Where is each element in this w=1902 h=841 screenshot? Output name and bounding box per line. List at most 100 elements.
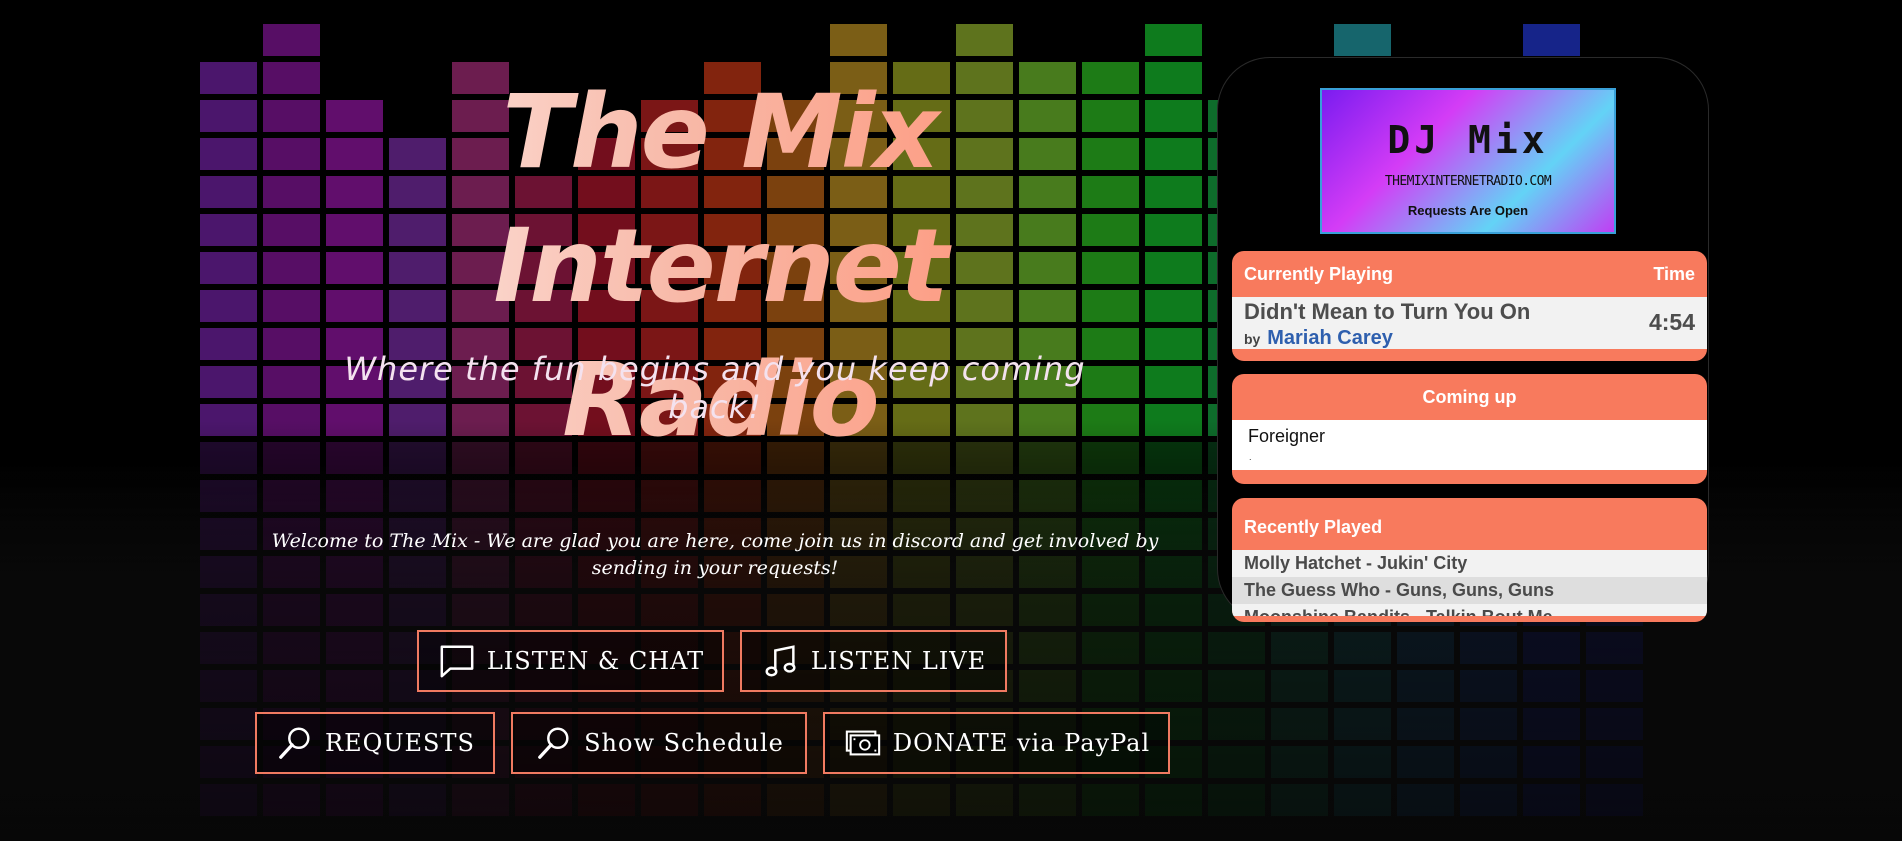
equalizer-cell xyxy=(263,62,320,94)
equalizer-cell xyxy=(200,404,257,436)
equalizer-cell xyxy=(1082,594,1139,626)
listen-chat-label: LISTEN & CHAT xyxy=(486,647,705,675)
equalizer-cell xyxy=(263,784,320,816)
equalizer-cell xyxy=(326,632,383,664)
equalizer-cell xyxy=(578,594,635,626)
recently-played-item: The Guess Who - Guns, Guns, Guns xyxy=(1232,577,1707,604)
equalizer-cell xyxy=(200,176,257,208)
equalizer-cell xyxy=(1523,670,1580,702)
equalizer-cell xyxy=(1334,746,1391,778)
equalizer-cell xyxy=(452,594,509,626)
equalizer-cell xyxy=(1019,632,1076,664)
equalizer-cell xyxy=(1145,594,1202,626)
equalizer-cell xyxy=(326,480,383,512)
dj-card-status: Requests Are Open xyxy=(1407,203,1529,218)
site-title-line-2: Internet Radio xyxy=(493,207,947,460)
coming-up-panel: Coming up Foreigner . xyxy=(1232,374,1707,484)
dj-card-site: THEMIXINTERNETRADIO.COM xyxy=(1384,174,1552,189)
equalizer-cell xyxy=(200,214,257,246)
dj-card[interactable]: DJ Mix THEMIXINTERNETRADIO.COM Requests … xyxy=(1320,88,1616,234)
show-schedule-button[interactable]: Show Schedule xyxy=(511,712,807,774)
speech-bubble-icon xyxy=(437,641,477,681)
donate-paypal-button[interactable]: DONATE via PayPal xyxy=(823,712,1170,774)
equalizer-cell xyxy=(641,480,698,512)
music-note-icon xyxy=(761,641,801,681)
tagline: Where the fun begins and you keep coming… xyxy=(344,350,1086,426)
equalizer-cell xyxy=(641,594,698,626)
currently-playing-body: Didn't Mean to Turn You On by Mariah Car… xyxy=(1232,297,1707,349)
recently-played-list[interactable]: Molly Hatchet - Jukin' City The Guess Wh… xyxy=(1232,550,1707,616)
money-icon xyxy=(843,723,883,763)
equalizer-cell xyxy=(704,784,761,816)
equalizer-cell xyxy=(1523,784,1580,816)
equalizer-cell xyxy=(1145,24,1202,56)
equalizer-cell xyxy=(1271,632,1328,664)
equalizer-cell xyxy=(263,480,320,512)
equalizer-cell xyxy=(200,670,257,702)
currently-playing-header: Currently Playing Time xyxy=(1232,251,1707,297)
equalizer-cell xyxy=(326,670,383,702)
dj-card-title: DJ Mix xyxy=(1387,118,1549,162)
requests-label: REQUESTS xyxy=(325,729,475,757)
coming-up-item: Foreigner xyxy=(1248,426,1326,446)
artist-link[interactable]: Mariah Carey xyxy=(1267,327,1393,349)
listen-live-button[interactable]: LISTEN LIVE xyxy=(740,630,1007,692)
equalizer-cell xyxy=(1145,252,1202,284)
equalizer-cell xyxy=(1271,746,1328,778)
equalizer-cell xyxy=(515,594,572,626)
equalizer-cell xyxy=(1334,708,1391,740)
equalizer-cell xyxy=(1019,594,1076,626)
equalizer-cell xyxy=(1082,670,1139,702)
equalizer-cell xyxy=(1586,746,1643,778)
equalizer-cell xyxy=(956,594,1013,626)
equalizer-cell xyxy=(200,328,257,360)
by-label: by xyxy=(1244,331,1261,347)
requests-button[interactable]: REQUESTS xyxy=(255,712,495,774)
time-heading: Time xyxy=(1653,263,1695,284)
equalizer-cell xyxy=(200,62,257,94)
listen-chat-button[interactable]: LISTEN & CHAT xyxy=(417,630,724,692)
equalizer-cell xyxy=(1523,24,1580,56)
equalizer-cell xyxy=(1586,784,1643,816)
equalizer-cell xyxy=(893,784,950,816)
equalizer-cell xyxy=(452,480,509,512)
equalizer-cell xyxy=(830,480,887,512)
equalizer-cell xyxy=(1145,784,1202,816)
equalizer-cell xyxy=(956,784,1013,816)
equalizer-cell xyxy=(830,784,887,816)
equalizer-cell xyxy=(263,632,320,664)
site-title-line-1: The Mix xyxy=(502,73,938,192)
equalizer-cell xyxy=(1460,632,1517,664)
equalizer-cell xyxy=(641,784,698,816)
equalizer-cell xyxy=(1145,480,1202,512)
equalizer-cell xyxy=(1334,784,1391,816)
recently-played-panel: Recently Played Molly Hatchet - Jukin' C… xyxy=(1232,498,1707,622)
equalizer-cell xyxy=(1334,632,1391,664)
equalizer-cell xyxy=(956,480,1013,512)
equalizer-cell xyxy=(893,594,950,626)
equalizer-cell xyxy=(893,480,950,512)
equalizer-cell xyxy=(830,594,887,626)
equalizer-cell xyxy=(1271,708,1328,740)
equalizer-cell xyxy=(830,24,887,56)
equalizer-cell xyxy=(1145,100,1202,132)
donate-paypal-label: DONATE via PayPal xyxy=(892,729,1151,757)
equalizer-cell xyxy=(1271,784,1328,816)
equalizer-cell xyxy=(1334,670,1391,702)
equalizer-cell xyxy=(1523,746,1580,778)
equalizer-cell xyxy=(1145,290,1202,322)
equalizer-cell xyxy=(1145,328,1202,360)
equalizer-cell xyxy=(200,252,257,284)
equalizer-cell xyxy=(200,366,257,398)
equalizer-cell xyxy=(515,784,572,816)
song-duration: 4:54 xyxy=(1648,309,1695,335)
equalizer-cell xyxy=(515,480,572,512)
equalizer-cell xyxy=(263,252,320,284)
equalizer-cell xyxy=(1019,480,1076,512)
equalizer-cell xyxy=(767,480,824,512)
equalizer-cell xyxy=(263,594,320,626)
equalizer-cell xyxy=(1082,632,1139,664)
equalizer-cell xyxy=(1208,708,1265,740)
coming-up-marker: . xyxy=(1249,452,1252,462)
equalizer-cell xyxy=(578,480,635,512)
